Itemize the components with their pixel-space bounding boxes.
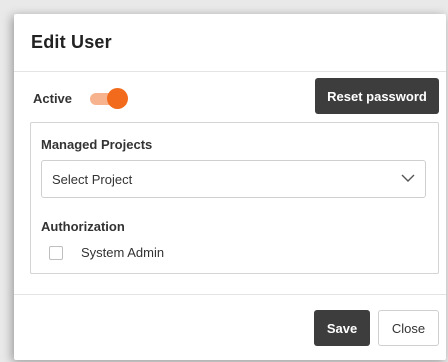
reset-password-button[interactable]: Reset password <box>315 78 439 114</box>
dialog-header: Edit User <box>14 14 446 72</box>
toggle-knob <box>107 88 129 109</box>
dialog-footer-divider <box>14 294 446 295</box>
chevron-down-icon <box>401 174 415 182</box>
system-admin-label: System Admin <box>81 245 165 260</box>
active-row: Active <box>33 88 129 109</box>
dialog-title: Edit User <box>31 32 112 52</box>
save-button[interactable]: Save <box>314 310 370 346</box>
managed-projects-label: Managed Projects <box>41 137 153 152</box>
close-button[interactable]: Close <box>378 310 439 346</box>
user-settings-panel: Managed Projects Select Project Authoriz… <box>30 122 439 274</box>
authorization-label: Authorization <box>41 219 125 234</box>
project-select-value: Select Project <box>52 171 133 187</box>
active-toggle[interactable] <box>88 88 129 109</box>
active-label: Active <box>33 90 73 106</box>
edit-user-dialog: Edit User Active Reset password Managed … <box>14 14 446 360</box>
project-select[interactable]: Select Project <box>41 160 426 198</box>
system-admin-row: System Admin <box>49 245 164 260</box>
system-admin-checkbox[interactable] <box>49 245 63 260</box>
